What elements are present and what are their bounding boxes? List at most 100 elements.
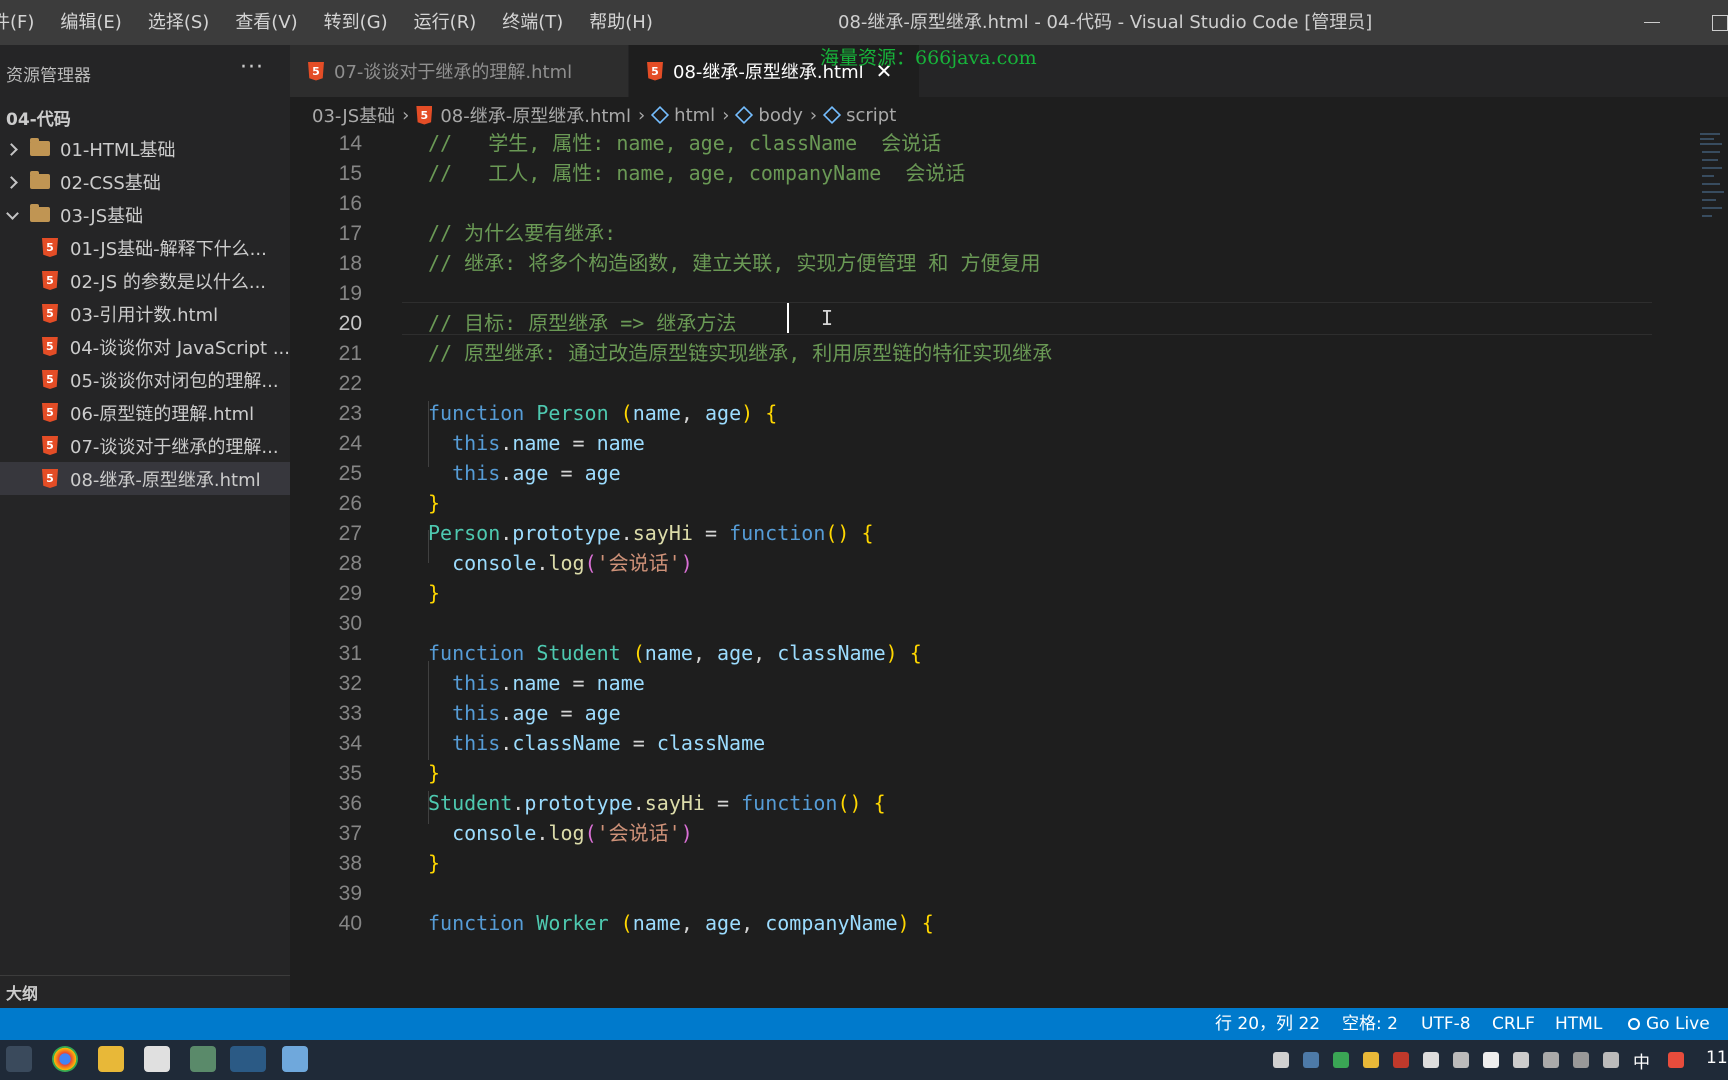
code-line[interactable]: 17 // 为什么要有继承: bbox=[290, 217, 1690, 250]
encoding-setting[interactable]: UTF-8 bbox=[1421, 1008, 1471, 1040]
code-line[interactable]: 26} bbox=[290, 487, 1690, 520]
tray-expand-icon[interactable] bbox=[1273, 1052, 1289, 1068]
eol-setting[interactable]: CRLF bbox=[1492, 1008, 1535, 1040]
os-taskbar: 中 11 bbox=[0, 1040, 1728, 1080]
code-line[interactable]: 25 this.age = age bbox=[290, 457, 1690, 490]
code-text: } bbox=[428, 491, 441, 515]
folder-css-basics[interactable]: 02-CSS基础 bbox=[0, 165, 290, 198]
code-line[interactable]: 18 // 继承: 将多个构造函数, 建立关联, 实现方便管理 和 方便复用 bbox=[290, 247, 1690, 280]
code-line[interactable]: 27 Person.prototype.sayHi = function() { bbox=[290, 517, 1690, 550]
minimap[interactable] bbox=[1690, 133, 1728, 233]
menu-view[interactable]: 查看(V) bbox=[222, 0, 310, 45]
code-line[interactable]: 34 this.className = className bbox=[290, 727, 1690, 760]
folder-icon bbox=[30, 171, 50, 189]
code-line[interactable]: 24 this.name = name bbox=[290, 427, 1690, 460]
outline-section[interactable]: 大纲 bbox=[0, 975, 290, 1008]
chevron-down-icon bbox=[6, 209, 18, 221]
cursor-position[interactable]: 行 20，列 22 bbox=[1215, 1008, 1320, 1040]
display-icon[interactable] bbox=[1573, 1052, 1589, 1068]
menu-file[interactable]: 件(F) bbox=[0, 0, 47, 45]
volume-icon[interactable] bbox=[1603, 1052, 1619, 1068]
microphone-icon[interactable] bbox=[1513, 1052, 1529, 1068]
clock[interactable]: 11 bbox=[1706, 1048, 1728, 1068]
ime-indicator[interactable]: 中 bbox=[1633, 1048, 1650, 1073]
tray-update-icon[interactable] bbox=[1333, 1052, 1349, 1068]
line-number: 30 bbox=[338, 612, 362, 635]
tray-app-icon[interactable] bbox=[1363, 1052, 1379, 1068]
chevron-right-icon bbox=[6, 176, 18, 188]
code-line[interactable]: 16 bbox=[290, 187, 1690, 220]
file-item[interactable]: 5 02-JS 的参数是以什么... bbox=[0, 264, 290, 297]
app-icon[interactable] bbox=[282, 1046, 308, 1072]
minimize-button[interactable] bbox=[1644, 12, 1662, 32]
tab-inheritance-understanding[interactable]: 5 07-谈谈对于继承的理解.html bbox=[290, 45, 628, 97]
code-line[interactable]: 28 console.log('会说话') bbox=[290, 547, 1690, 580]
go-live-button[interactable]: Go Live bbox=[1628, 1008, 1710, 1040]
file-item[interactable]: 5 05-谈谈你对闭包的理解... bbox=[0, 363, 290, 396]
menu-help[interactable]: 帮助(H) bbox=[576, 0, 666, 45]
tray-app-icon[interactable] bbox=[1483, 1052, 1499, 1068]
breadcrumb-file[interactable]: 08-继承-原型继承.html bbox=[440, 102, 631, 128]
tray-app-icon[interactable] bbox=[1668, 1052, 1684, 1068]
explorer-sidebar: 资源管理器 ··· 04-代码 01-HTML基础 02-CSS基础 03-JS… bbox=[0, 45, 290, 1008]
tray-network-icon[interactable] bbox=[1303, 1052, 1319, 1068]
file-item[interactable]: 5 07-谈谈对于继承的理解... bbox=[0, 429, 290, 462]
indentation-setting[interactable]: 空格: 2 bbox=[1342, 1008, 1398, 1040]
file-item[interactable]: 5 03-引用计数.html bbox=[0, 297, 290, 330]
more-actions-icon[interactable]: ··· bbox=[240, 55, 264, 80]
tray-app-icon[interactable] bbox=[1423, 1052, 1439, 1068]
code-text: console.log('会说话') bbox=[452, 551, 693, 575]
menu-terminal[interactable]: 终端(T) bbox=[489, 0, 576, 45]
folder-html-basics[interactable]: 01-HTML基础 bbox=[0, 132, 290, 165]
code-line[interactable]: 31 function Student (name, age, className… bbox=[290, 637, 1690, 670]
code-line[interactable]: 38} bbox=[290, 847, 1690, 880]
code-line[interactable]: 19 bbox=[290, 277, 1690, 310]
tray-app-icon[interactable] bbox=[1393, 1052, 1409, 1068]
breadcrumb-script[interactable]: script bbox=[846, 105, 896, 126]
code-line[interactable]: 23 function Person (name, age) { bbox=[290, 397, 1690, 430]
menu-bar: 件(F) 编辑(E) 选择(S) 查看(V) 转到(G) 运行(R) 终端(T)… bbox=[0, 0, 666, 45]
maximize-button[interactable] bbox=[1712, 15, 1728, 31]
code-line[interactable]: 39 bbox=[290, 877, 1690, 910]
remote-desktop-icon[interactable] bbox=[190, 1046, 216, 1072]
file-item-active[interactable]: 5 08-继承-原型继承.html bbox=[0, 462, 290, 495]
file-explorer-icon[interactable] bbox=[98, 1046, 124, 1072]
tray-app-icon[interactable] bbox=[1453, 1052, 1469, 1068]
menu-edit[interactable]: 编辑(E) bbox=[47, 0, 134, 45]
code-line[interactable]: 30 bbox=[290, 607, 1690, 640]
code-line[interactable]: 15 // 工人, 属性: name, age, companyName 会说话 bbox=[290, 157, 1690, 190]
battery-icon[interactable] bbox=[1543, 1052, 1559, 1068]
code-line[interactable]: 33 this.age = age bbox=[290, 697, 1690, 730]
menu-selection[interactable]: 选择(S) bbox=[135, 0, 222, 45]
language-mode[interactable]: HTML bbox=[1555, 1008, 1602, 1040]
file-item[interactable]: 5 01-JS基础-解释下什么... bbox=[0, 231, 290, 264]
code-line[interactable]: 36 Student.prototype.sayHi = function() { bbox=[290, 787, 1690, 820]
file-item[interactable]: 5 06-原型链的理解.html bbox=[0, 396, 290, 429]
code-line[interactable]: 35} bbox=[290, 757, 1690, 790]
code-line[interactable]: 29} bbox=[290, 577, 1690, 610]
menu-go[interactable]: 转到(G) bbox=[311, 0, 401, 45]
task-view-icon[interactable] bbox=[6, 1046, 32, 1072]
line-number: 33 bbox=[338, 702, 362, 725]
folder-js-basics[interactable]: 03-JS基础 bbox=[0, 198, 290, 231]
workspace-root[interactable]: 04-代码 bbox=[6, 105, 71, 130]
menu-run[interactable]: 运行(R) bbox=[401, 0, 490, 45]
code-line[interactable]: 32 this.name = name bbox=[290, 667, 1690, 700]
chrome-icon[interactable] bbox=[52, 1046, 78, 1072]
notepad-icon[interactable] bbox=[144, 1046, 170, 1072]
code-editor[interactable]: 14 // 学生, 属性: name, age, className 会说话 15 /… bbox=[290, 133, 1728, 1008]
window-title: 08-继承-原型继承.html - 04-代码 - Visual Studio … bbox=[838, 12, 1373, 33]
code-line[interactable]: 14 // 学生, 属性: name, age, className 会说话 bbox=[290, 133, 1690, 160]
breadcrumb-folder[interactable]: 03-JS基础 bbox=[312, 102, 395, 128]
code-line[interactable]: 40 function Worker (name, age, companyNam… bbox=[290, 907, 1690, 940]
breadcrumb-html[interactable]: html bbox=[674, 105, 715, 126]
line-number: 22 bbox=[338, 372, 362, 395]
breadcrumb-body[interactable]: body bbox=[758, 105, 803, 126]
vscode-icon[interactable] bbox=[230, 1046, 266, 1072]
code-line[interactable]: 21 // 原型继承: 通过改造原型链实现继承, 利用原型链的特征实现继承 bbox=[290, 337, 1690, 370]
code-line[interactable]: 20 // 目标: 原型继承 => 继承方法 bbox=[290, 307, 1690, 340]
code-line[interactable]: 22 bbox=[290, 367, 1690, 400]
file-item[interactable]: 5 04-谈谈你对 JavaScript ... bbox=[0, 330, 290, 363]
code-line[interactable]: 37 console.log('会说话') bbox=[290, 817, 1690, 850]
code-text: Student.prototype.sayHi = function() { bbox=[428, 791, 886, 815]
